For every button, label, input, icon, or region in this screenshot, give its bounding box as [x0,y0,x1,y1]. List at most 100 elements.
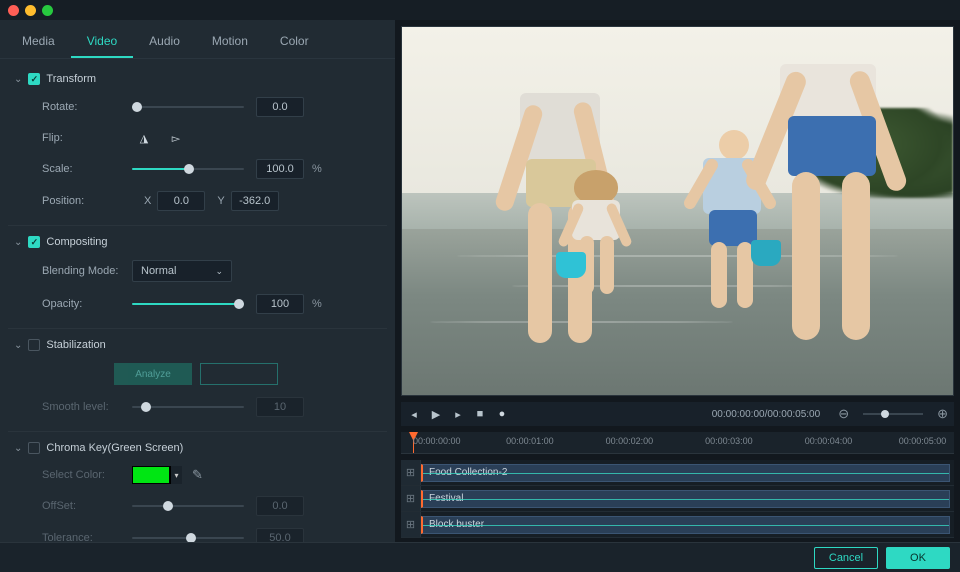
scale-value-input[interactable]: 100.0 [256,159,304,179]
clip-label: Block buster [429,519,484,530]
analyze-secondary-button[interactable] [200,363,278,385]
offset-value-input[interactable]: 0.0 [256,496,304,516]
track-type-icon[interactable]: ⊞ [401,512,421,537]
stabilization-toggle-checkbox[interactable] [28,339,40,351]
video-clip[interactable]: Festival [421,490,950,508]
timeline-ruler[interactable]: 00:00:00:00 00:00:01:00 00:00:02:00 00:0… [401,432,954,454]
tab-color[interactable]: Color [264,28,325,58]
ruler-label: 00:00:01:00 [506,436,554,446]
color-swatch[interactable] [132,466,170,484]
cancel-button[interactable]: Cancel [814,547,878,569]
position-x-input[interactable]: 0.0 [157,191,205,211]
smooth-slider[interactable] [132,400,244,414]
tolerance-value-input[interactable]: 50.0 [256,528,304,542]
ruler-label: 00:00:03:00 [705,436,753,446]
position-label: Position: [42,195,132,207]
tab-media[interactable]: Media [6,28,71,58]
prev-frame-icon[interactable]: ◂ [407,407,421,421]
select-color-row: Select Color: ▾ ✎ [42,466,381,484]
scale-label: Scale: [42,163,132,175]
rotate-row: Rotate: 0.0 [42,97,381,117]
opacity-unit: % [312,298,322,310]
close-window-button[interactable] [8,5,19,16]
rotate-value-input[interactable]: 0.0 [256,97,304,117]
video-clip[interactable]: Block buster [421,516,950,534]
chevron-down-icon[interactable]: ⌄ [14,443,22,454]
video-clip[interactable]: Food Collection-2 [421,464,950,482]
flip-label: Flip: [42,132,132,144]
position-y-input[interactable]: -362.0 [231,191,279,211]
rotate-label: Rotate: [42,101,132,113]
tolerance-slider[interactable] [132,531,244,542]
track-row[interactable]: ⊞ Food Collection-2 [401,460,954,486]
track-type-icon[interactable]: ⊞ [401,460,421,485]
chevron-down-icon[interactable]: ⌄ [14,74,22,85]
zoom-in-icon[interactable]: ⊕ [937,406,948,422]
next-frame-icon[interactable]: ▸ [451,407,465,421]
ruler-label: 00:00:02:00 [606,436,654,446]
scale-row: Scale: 100.0 % [42,159,381,179]
chevron-down-icon[interactable]: ⌄ [14,237,22,248]
section-transform: ⌄ Transform Rotate: 0.0 Flip: ◮ ▻ [8,63,387,226]
color-dropdown-icon[interactable]: ▾ [170,466,182,484]
compositing-title: Compositing [46,236,107,248]
transport-bar: ◂ ▶ ▸ ■ ● 00:00:00:00/00:00:05:00 ⊖ ⊕ [401,402,954,426]
flip-row: Flip: ◮ ▻ [42,129,381,147]
position-row: Position: X 0.0 Y -362.0 [42,191,381,211]
record-icon[interactable]: ● [495,407,509,421]
position-x-label: X [144,195,151,207]
chevron-down-icon: ⌄ [215,266,223,277]
eyedropper-icon[interactable]: ✎ [192,467,203,483]
blend-mode-label: Blending Mode: [42,265,132,277]
stabilization-title: Stabilization [46,339,105,351]
properties-tabs: Media Video Audio Motion Color [0,20,395,59]
smooth-value-input[interactable]: 10 [256,397,304,417]
scale-unit: % [312,163,322,175]
opacity-slider[interactable] [132,297,244,311]
smooth-row: Smooth level: 10 [42,397,381,417]
chroma-title: Chroma Key(Green Screen) [46,442,183,454]
compositing-toggle-checkbox[interactable] [28,236,40,248]
opacity-value-input[interactable]: 100 [256,294,304,314]
blend-mode-row: Blending Mode: Normal ⌄ [42,260,381,282]
select-color-label: Select Color: [42,469,132,481]
tolerance-row: Tolerance: 50.0 [42,528,381,542]
tab-video[interactable]: Video [71,28,133,58]
timeline-tracks: ⊞ Food Collection-2 ⊞ Festival ⊞ Block b… [401,460,954,538]
zoom-out-icon[interactable]: ⊖ [838,406,849,422]
transform-title: Transform [46,73,96,85]
track-type-icon[interactable]: ⊞ [401,486,421,511]
properties-panel: Media Video Audio Motion Color ⌄ Transfo… [0,20,395,542]
position-y-label: Y [217,195,224,207]
blend-mode-select[interactable]: Normal ⌄ [132,260,232,282]
preview-viewport[interactable] [401,26,954,396]
smooth-label: Smooth level: [42,401,132,413]
stop-icon[interactable]: ■ [473,407,487,421]
offset-row: OffSet: 0.0 [42,496,381,516]
offset-label: OffSet: [42,500,132,512]
track-row[interactable]: ⊞ Festival [401,486,954,512]
opacity-label: Opacity: [42,298,132,310]
ruler-label: 00:00:04:00 [805,436,853,446]
offset-slider[interactable] [132,499,244,513]
flip-vertical-icon[interactable]: ▻ [164,129,188,147]
chroma-toggle-checkbox[interactable] [28,442,40,454]
window-titlebar [0,0,960,20]
play-icon[interactable]: ▶ [429,407,443,421]
transform-toggle-checkbox[interactable] [28,73,40,85]
track-row[interactable]: ⊞ Block buster [401,512,954,538]
rotate-slider[interactable] [132,100,244,114]
chevron-down-icon[interactable]: ⌄ [14,340,22,351]
tab-audio[interactable]: Audio [133,28,196,58]
minimize-window-button[interactable] [25,5,36,16]
zoom-window-button[interactable] [42,5,53,16]
tab-motion[interactable]: Motion [196,28,264,58]
section-chroma-key: ⌄ Chroma Key(Green Screen) Select Color:… [8,432,387,542]
ok-button[interactable]: OK [886,547,950,569]
zoom-slider[interactable] [863,413,923,415]
ruler-label: 00:00:00:00 [413,436,461,446]
timecode-display: 00:00:00:00/00:00:05:00 [712,409,820,420]
analyze-button[interactable]: Analyze [114,363,192,385]
scale-slider[interactable] [132,162,244,176]
flip-horizontal-icon[interactable]: ◮ [132,129,156,147]
